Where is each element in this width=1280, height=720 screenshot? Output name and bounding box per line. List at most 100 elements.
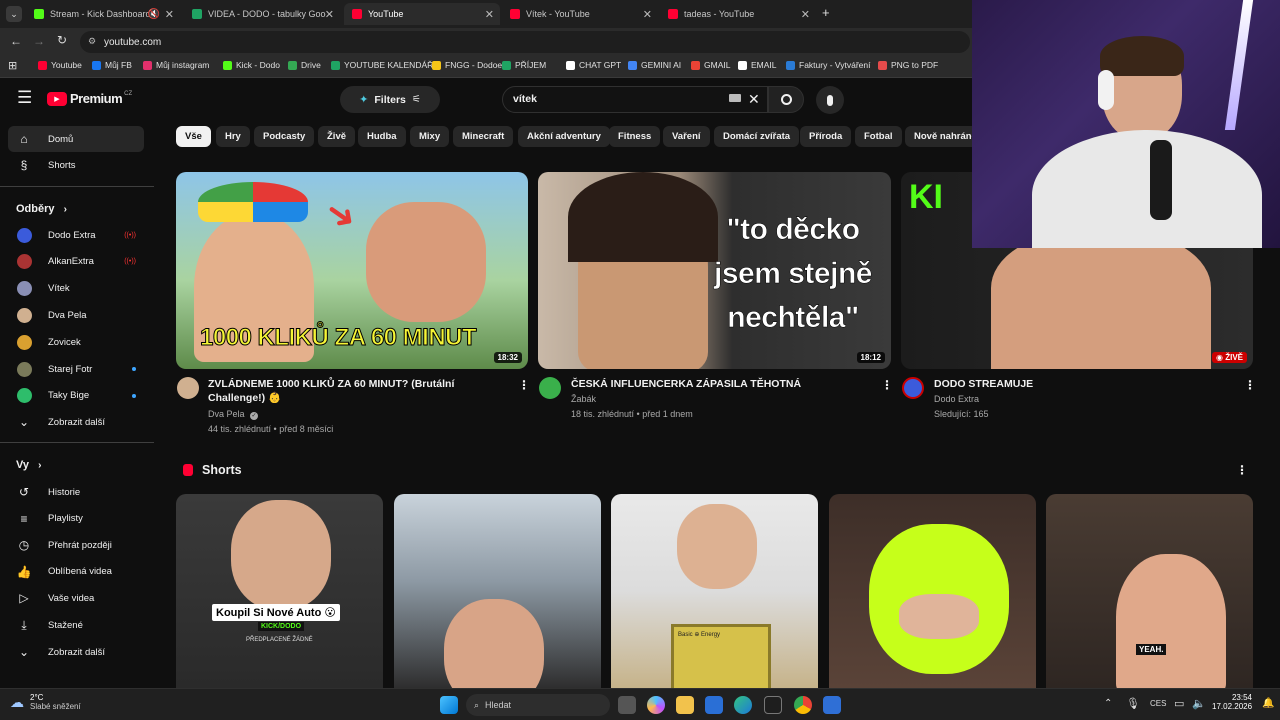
close-icon[interactable]: ✕ [643,8,652,21]
sidebar-item-shorts[interactable]: § Shorts [8,152,144,178]
chip-7[interactable]: Akční adventury [518,126,610,147]
sidebar-item-you-0[interactable]: ↺ Historie [8,479,144,505]
file-explorer-icon[interactable] [676,696,694,714]
bookmark-item[interactable]: GMAIL [691,60,730,70]
you-heading[interactable]: Vy › [16,459,41,471]
chip-8[interactable]: Fitness [609,126,661,147]
app-icon[interactable] [823,696,841,714]
site-info-icon[interactable]: ⚙ [88,36,96,47]
bookmark-item[interactable]: FNGG - Dodoeu [432,60,507,70]
chip-0[interactable]: Vše [176,126,211,147]
notifications-icon[interactable]: 🔔 [1262,698,1274,709]
bookmark-item[interactable]: EMAIL [738,60,777,70]
windows-start-icon[interactable] [440,696,458,714]
sidebar-item-you-2[interactable]: ◷ Přehrát později [8,532,144,558]
close-icon[interactable]: ✕ [325,8,334,21]
chip-10[interactable]: Domácí zvířata [714,126,800,147]
video-thumbnail[interactable]: "to děcko jsem stejně nechtěla" 18:12 [538,172,891,369]
hamburger-menu-icon[interactable]: ☰ [17,89,32,106]
bookmark-item[interactable]: GEMINI AI [628,60,681,70]
chip-5[interactable]: Mixy [410,126,450,147]
task-view-icon[interactable] [618,696,636,714]
sidebar-subscription[interactable]: Dodo Extra ((•)) [8,222,144,248]
muted-icon[interactable]: 🔇 [148,9,160,20]
show-more-subs[interactable]: ⌄ Zobrazit další [8,409,144,435]
bookmark-item[interactable]: PNG to PDF [878,60,938,70]
chip-11[interactable]: Příroda [800,126,852,147]
chip-2[interactable]: Podcasty [254,126,315,147]
subscriptions-heading[interactable]: Odběry › [16,203,67,215]
more-vert-icon[interactable]: ⋮ [518,378,530,392]
back-icon[interactable]: ← [10,34,22,48]
video-title[interactable]: ZVLÁDNEME 1000 KLIKŮ ZA 60 MINUT? (Brutá… [208,377,506,405]
close-icon[interactable]: ✕ [801,8,810,21]
chip-12[interactable]: Fotbal [855,126,902,147]
volume-icon[interactable]: 🔈 [1192,697,1206,710]
more-vert-icon[interactable]: ⋮ [881,378,893,392]
bookmark-item[interactable]: Youtube [38,60,82,70]
sidebar-subscription[interactable]: AlkanExtra ((•)) [8,249,144,275]
video-title[interactable]: ČESKÁ INFLUENCERKA ZÁPASILA TĚHOTNÁ [571,377,871,391]
apps-grid-icon[interactable]: ⊞ [8,59,17,72]
filters-button[interactable]: ✦ Filters ⚟ [340,86,440,113]
video-title[interactable]: DODO STREAMUJE [934,377,1234,391]
video-channel[interactable]: Dodo Extra [934,394,979,404]
chip-6[interactable]: Minecraft [453,126,514,147]
more-vert-icon[interactable]: ⋮ [1236,463,1248,477]
short-card[interactable]: Basic ⊕ Energy [611,494,818,688]
bookmark-item[interactable]: CHAT GPT [566,60,621,70]
mail-icon[interactable] [705,696,723,714]
forward-icon[interactable]: → [33,34,45,48]
chip-9[interactable]: Vaření [663,126,710,147]
close-icon[interactable]: ✕ [485,8,494,21]
sidebar-subscription[interactable]: Starej Fotr [8,356,144,382]
clock[interactable]: 23:54 17.02.2026 [1212,693,1252,711]
search-input[interactable]: vítek [513,93,537,105]
sidebar-item-home[interactable]: ⌂ Domů [8,126,144,152]
terminal-icon[interactable] [764,696,782,714]
bookmark-item[interactable]: Faktury - Vytváření [786,60,870,70]
channel-avatar[interactable] [902,377,924,399]
channel-avatar[interactable] [177,377,199,399]
chip-1[interactable]: Hry [216,126,250,147]
new-tab-button[interactable]: + [822,5,830,20]
sidebar-item-you-3[interactable]: 👍 Oblíbená videa [8,559,144,585]
sidebar-subscription[interactable]: Vítek [8,276,144,302]
bookmark-item[interactable]: Můj FB [92,60,132,70]
video-channel[interactable]: Dva Pela ✓ [208,409,259,420]
reload-icon[interactable]: ↻ [57,33,67,47]
input-language[interactable]: CES [1150,699,1166,708]
sidebar-item-you-5[interactable]: ⤓ Stažené [8,612,144,638]
address-bar[interactable]: ⚙ youtube.com [80,31,970,53]
tab-tadeas-youtube[interactable]: tadeas - YouTube ✕ [660,3,816,25]
tab-kick-dashboard[interactable]: Stream - Kick Dashboard 🔇 ✕ [26,3,180,25]
microphone-tray-icon[interactable]: 🎙 [1126,697,1140,710]
bookmark-item[interactable]: Drive [288,60,321,70]
search-box[interactable]: vítek ✕ [502,86,768,113]
bookmark-item[interactable]: YOUTUBE KALENDÁŘ [331,60,433,70]
bookmark-item[interactable]: PŘÍJEM [502,60,546,70]
clear-search-icon[interactable]: ✕ [748,91,760,108]
channel-avatar[interactable] [539,377,561,399]
sidebar-subscription[interactable]: Taky Bige [8,383,144,409]
search-button[interactable] [768,86,804,113]
show-more-you[interactable]: ⌄ Zobrazit další [8,639,144,665]
weather-widget[interactable]: ☁ 2°C Slabé sněžení [10,693,81,711]
tab-youtube[interactable]: YouTube ✕ [344,3,500,25]
sidebar-item-you-4[interactable]: ▷ Vaše videa [8,585,144,611]
more-vert-icon[interactable]: ⋮ [1244,378,1256,392]
tab-videa-sheet[interactable]: VIDEA - DODO - tabulky Googl ✕ [184,3,340,25]
network-icon[interactable]: ▭ [1174,697,1184,710]
chip-4[interactable]: Hudba [358,126,406,147]
voice-search-button[interactable] [816,86,844,114]
keyboard-icon[interactable] [729,94,741,102]
tray-overflow-icon[interactable]: ⌃ [1104,698,1112,709]
chip-3[interactable]: Živě [318,126,356,147]
tab-vitek-youtube[interactable]: Vítek - YouTube ✕ [502,3,658,25]
bookmark-item[interactable]: Kick - Dodo [223,60,280,70]
tab-list-dropdown[interactable]: ⌄ [6,6,22,22]
edge-icon[interactable] [734,696,752,714]
taskbar-search[interactable]: ⌕ Hledat [466,694,610,716]
short-card[interactable]: YEAH. [1046,494,1253,688]
chrome-icon[interactable] [794,696,812,714]
